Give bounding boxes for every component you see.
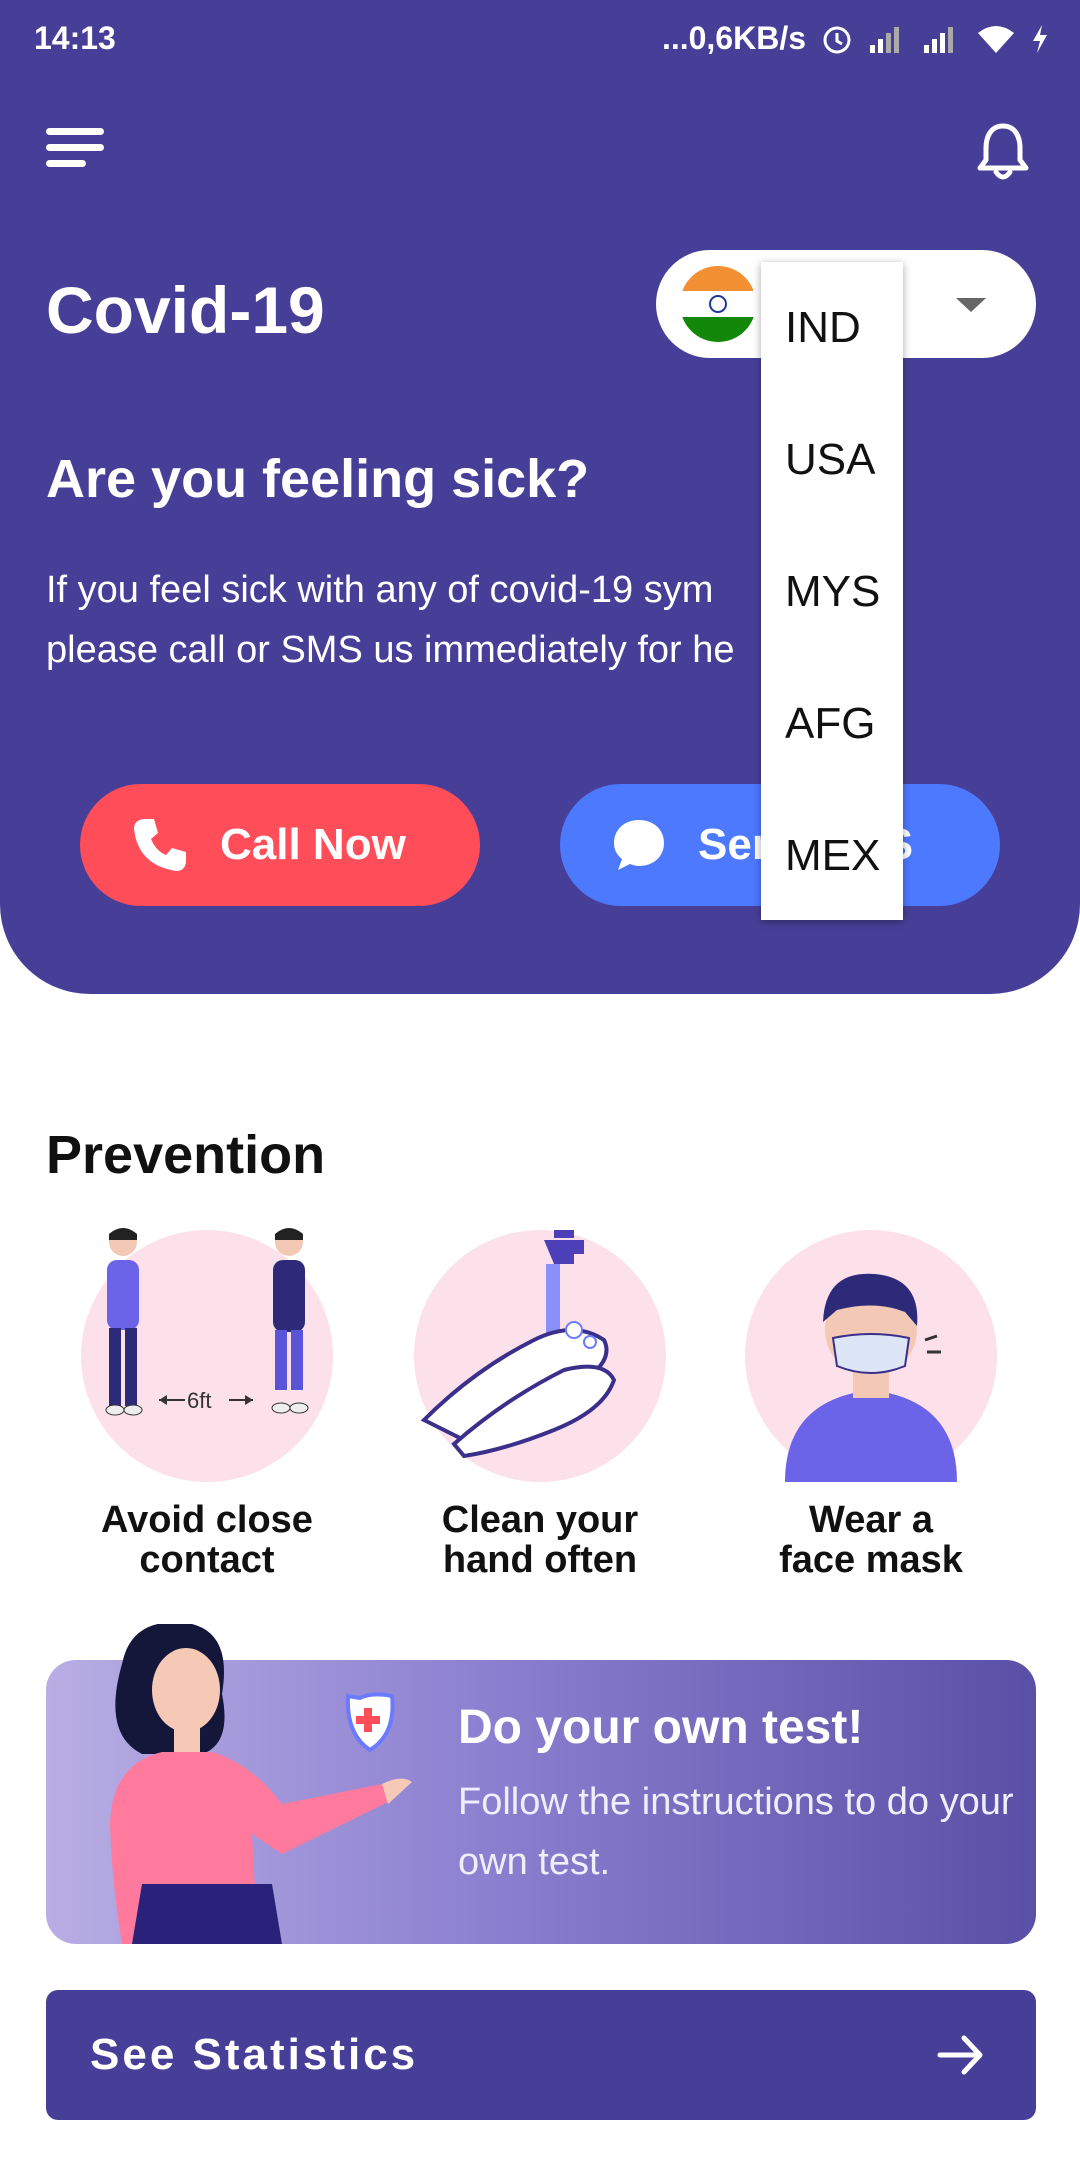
prevention-caption-line-1: Wear a (809, 1499, 933, 1541)
arrow-right-icon (937, 2035, 983, 2075)
call-now-button[interactable]: Call Now (80, 784, 480, 906)
app-title: Covid-19 (46, 273, 325, 347)
alarm-icon (823, 26, 851, 53)
phone-icon (134, 819, 186, 871)
call-now-label: Call Now (220, 820, 406, 869)
country-dropdown-menu: IND USA MYS AFG MEX (761, 262, 903, 920)
signal-icon-2 (924, 26, 953, 53)
header-panel: 14:13 ...0,6KB/s Covid-19 Are you feelin… (0, 0, 1080, 994)
country-option-mex[interactable]: MEX (761, 790, 903, 922)
sick-heading: Are you feeling sick? (46, 449, 590, 509)
status-bar: 14:13 ...0,6KB/s (34, 18, 1050, 60)
country-option-ind[interactable]: IND (761, 262, 903, 394)
prevention-item-face-mask: Wear a face mask (706, 1230, 1036, 1580)
see-statistics-button[interactable]: See Statistics (46, 1990, 1036, 2120)
menu-button[interactable] (46, 128, 108, 168)
face-mask-illustration (745, 1230, 997, 1482)
wifi-icon (978, 25, 1014, 53)
see-statistics-label: See Statistics (90, 2030, 419, 2079)
prevention-item-clean-hands: Clean your hand often (375, 1230, 705, 1580)
chevron-down-icon (956, 298, 986, 312)
status-time: 14:13 (34, 20, 116, 56)
prevention-heading: Prevention (46, 1125, 326, 1185)
india-flag-icon (680, 266, 756, 342)
banner-title: Do your own test! (458, 1701, 864, 1754)
network-speed: ...0,6KB/s (661, 20, 806, 56)
prevention-caption: Clean your hand often (375, 1500, 705, 1580)
notification-bell-icon[interactable] (970, 120, 1036, 186)
avoid-contact-illustration: 6ft (81, 1228, 333, 1482)
prevention-caption-line-2: face mask (779, 1539, 963, 1581)
status-icons: ...0,6KB/s (662, 20, 1050, 57)
country-option-afg[interactable]: AFG (761, 658, 903, 790)
woman-illustration (110, 1624, 412, 1944)
charging-icon (1033, 24, 1047, 53)
country-option-mys[interactable]: MYS (761, 526, 903, 658)
chat-bubble-icon (614, 820, 664, 870)
prevention-item-avoid-contact: 6ft Avoid close contact (42, 1228, 372, 1580)
prevention-caption: Avoid close contact (42, 1500, 372, 1580)
washing-hands-illustration (414, 1230, 666, 1482)
prevention-caption: Wear a face mask (706, 1500, 1036, 1580)
prevention-caption-line-1: Avoid close (101, 1499, 313, 1541)
own-test-banner[interactable]: Do your own test! Follow the instruction… (46, 1624, 1036, 1944)
distance-label: 6ft (187, 1388, 212, 1413)
country-option-usa[interactable]: USA (761, 394, 903, 526)
prevention-caption-line-2: hand often (442, 1539, 638, 1581)
banner-description: Follow the instructions to do your own t… (458, 1781, 1014, 1883)
prevention-caption-line-2: contact (139, 1539, 275, 1581)
prevention-caption-line-1: Clean your (441, 1499, 639, 1541)
signal-icon (870, 26, 899, 53)
